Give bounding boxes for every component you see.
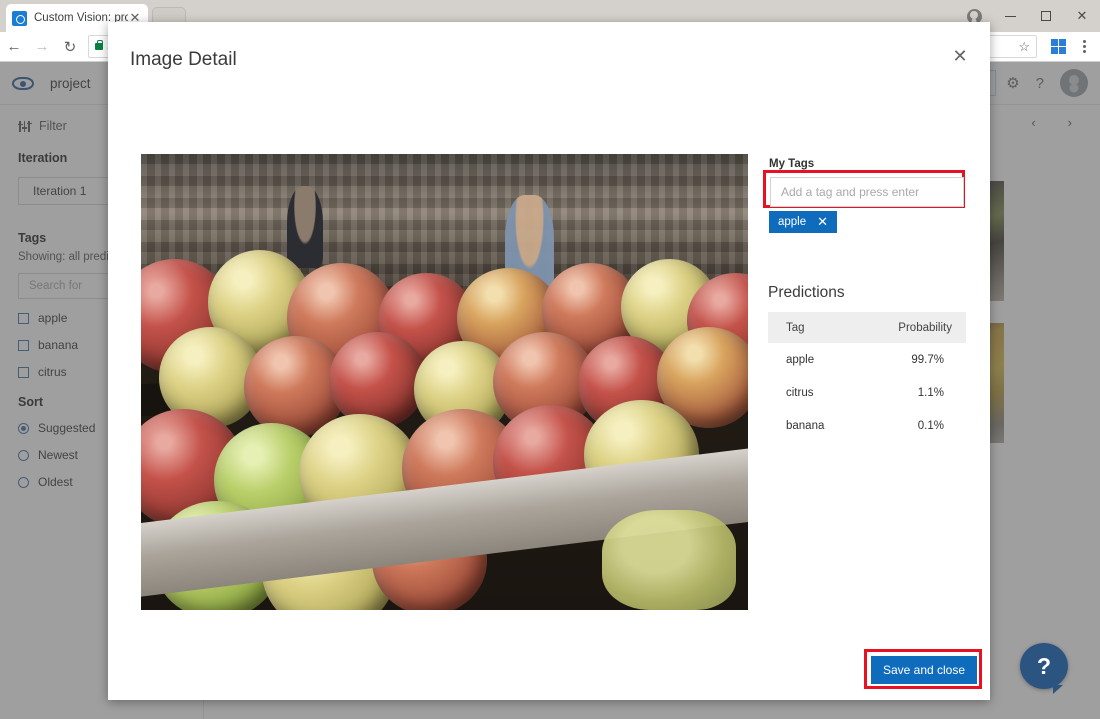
forward-icon[interactable]: → [28,33,56,61]
tag-input[interactable] [770,177,964,207]
prediction-tag: citrus [768,387,918,399]
table-row: banana 0.1% [768,409,966,442]
prediction-probability: 1.1% [918,387,966,399]
modal-title: Image Detail [130,49,237,71]
bookmark-star-icon[interactable]: ☆ [1018,39,1030,55]
save-and-close-button[interactable]: Save and close [871,656,977,684]
back-icon[interactable]: ← [0,33,28,61]
prediction-tag: banana [768,420,918,432]
maximize-icon[interactable] [1028,0,1064,32]
predictions-table-header: Tag Probability [768,312,966,343]
table-row: apple 99.7% [768,343,966,376]
prediction-probability: 0.1% [918,420,966,432]
predictions-heading: Predictions [768,284,845,302]
tag-input-highlight [763,170,965,208]
customvision-favicon-icon [12,11,27,26]
column-header-probability: Probability [898,322,966,334]
image-detail-modal: Image Detail ✕ [108,22,990,700]
window-close-icon[interactable]: ✕ [1064,0,1100,32]
modal-close-icon[interactable]: ✕ [946,42,974,70]
table-row: citrus 1.1% [768,376,966,409]
tag-chip-apple[interactable]: apple ✕ [769,211,837,233]
lock-icon [95,43,103,50]
save-button-highlight: Save and close [864,649,982,689]
tag-chip-label: apple [778,216,806,228]
my-tags-label: My Tags [769,158,814,170]
browser-menu-icon[interactable] [1074,37,1094,57]
prediction-tag: apple [768,354,911,366]
prediction-probability: 99.7% [911,354,966,366]
detail-image [141,154,748,610]
extension-icon[interactable] [1051,39,1066,54]
browser-window: Custom Vision: project - ✕ ✕ ← → ↻ Secur… [0,0,1100,719]
predictions-table: Tag Probability apple 99.7% citrus 1.1% … [768,312,966,442]
minimize-icon[interactable] [992,0,1028,32]
reload-icon[interactable]: ↻ [56,33,84,61]
column-header-tag: Tag [768,322,898,334]
help-bubble-icon[interactable]: ? [1020,643,1068,689]
remove-tag-icon[interactable]: ✕ [817,214,828,230]
